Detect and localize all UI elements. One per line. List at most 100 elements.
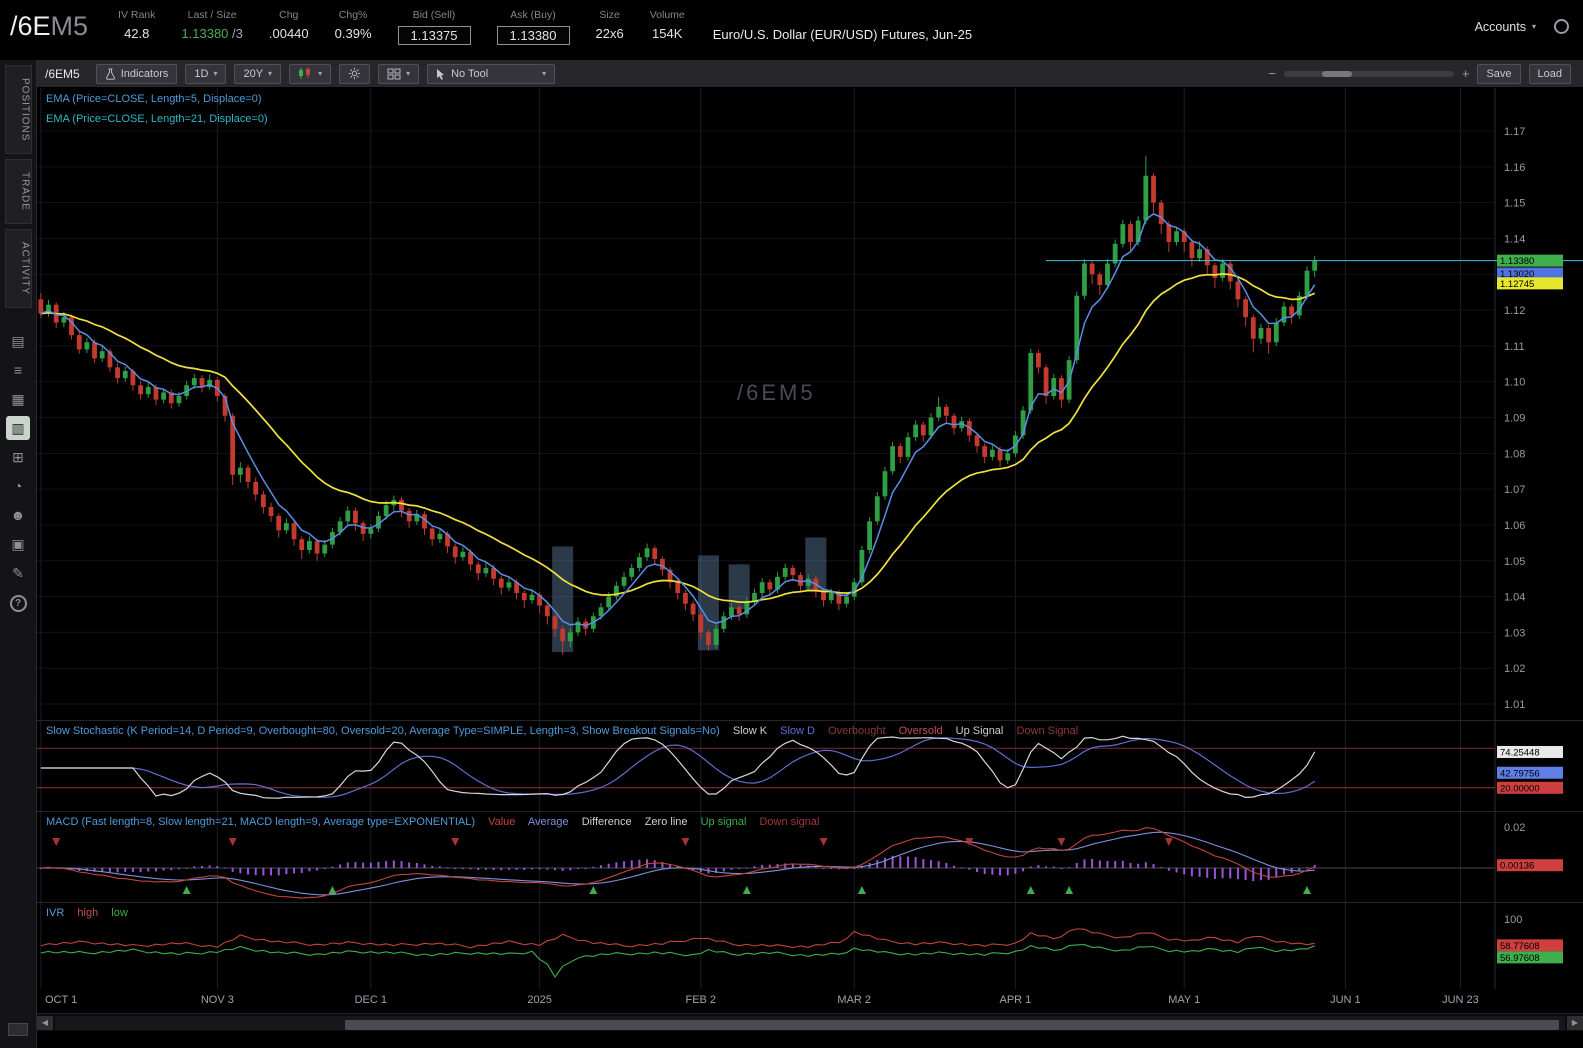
down-signal-arrow <box>1057 838 1066 846</box>
chg-field: Chg .00440 <box>269 5 309 41</box>
drawing-tool-dropdown[interactable]: No Tool ▾ <box>427 63 556 84</box>
price-grid <box>37 130 1495 705</box>
axis-plate: 0.00136 <box>1497 859 1563 872</box>
monitor-icon[interactable]: ▤ <box>6 329 30 353</box>
chg-value: .00440 <box>268 26 309 41</box>
timeframe-dropdown[interactable]: 1D ▾ <box>185 63 227 84</box>
scrollbar-thumb[interactable] <box>345 1020 1559 1030</box>
symbol-title: /6EM5 <box>10 11 89 41</box>
svg-text:1.15: 1.15 <box>1504 198 1525 210</box>
zoom-slider[interactable] <box>1283 70 1454 77</box>
zoom-in-button[interactable]: + <box>1462 66 1470 81</box>
price-axis-labels: 1.171.161.151.141.131.121.111.101.091.08… <box>1504 126 1525 711</box>
size-value: /3 <box>232 26 243 41</box>
price-chart-canvas[interactable]: /6EM51.171.161.151.141.131.121.111.101.0… <box>37 88 1583 720</box>
sidebar-tab-trade[interactable]: TRADE <box>4 159 32 225</box>
stochastic-canvas[interactable]: 74.25448 42.79756 20.00000 <box>37 721 1583 811</box>
accounts-label: Accounts <box>1474 19 1526 34</box>
x-axis-label: MAY 1 <box>1168 994 1201 1006</box>
indicators-button[interactable]: Indicators <box>95 63 178 84</box>
svg-text:100: 100 <box>1504 914 1522 926</box>
help-icon[interactable]: ? <box>9 595 27 613</box>
bid-button[interactable]: 1.13375 <box>397 26 471 45</box>
ivr-canvas[interactable]: 100 58.7760856.97608 <box>37 903 1583 989</box>
x-axis-label: APR 1 <box>999 994 1032 1006</box>
macd-panel: 0.02 0.00136 MACD (Fast length=8, Slow le… <box>37 811 1583 902</box>
svg-text:1.01: 1.01 <box>1504 699 1525 711</box>
up-signal-arrow <box>857 886 866 894</box>
x-axis-label: MAR 2 <box>837 994 872 1006</box>
chevron-down-icon: ▾ <box>268 69 273 78</box>
chart-symbol-label[interactable]: /6EM5 <box>45 67 80 81</box>
down-signal-arrow <box>819 838 828 846</box>
x-axis-label: JUN 23 <box>1442 994 1479 1006</box>
sidebar-icons: ▤ ≡ ▦ ▥ ⊞ ◔ ☻ ▣ ✎ ? <box>6 324 30 613</box>
chg-pct-field: Chg% 0.39% <box>335 5 372 41</box>
zoom-slider-handle[interactable] <box>1321 70 1352 77</box>
svg-text:1.08: 1.08 <box>1504 448 1525 460</box>
scroll-right-icon[interactable]: ▶ <box>1567 1016 1583 1030</box>
svg-text:1.13380: 1.13380 <box>1500 256 1534 267</box>
support-icon[interactable] <box>1554 19 1569 34</box>
scroll-left-icon[interactable]: ◀ <box>37 1016 53 1030</box>
chg-pct-value: 0.39% <box>334 26 372 41</box>
svg-text:1.12: 1.12 <box>1504 305 1525 317</box>
svg-text:1.12745: 1.12745 <box>1500 279 1534 290</box>
svg-text:1.05: 1.05 <box>1504 556 1525 568</box>
ask-button[interactable]: 1.13380 <box>496 26 570 45</box>
svg-text:56.97608: 56.97608 <box>1500 953 1540 964</box>
notes-icon[interactable]: ✎ <box>6 561 30 585</box>
grid-layout-dropdown[interactable]: ▾ <box>378 63 420 84</box>
left-sidebar: POSITIONS TRADE ACTIVITY ▤ ≡ ▦ ▥ ⊞ ◔ ☻ ▣… <box>0 60 37 1048</box>
chevron-down-icon: ▾ <box>318 69 323 78</box>
chevron-down-icon: ▾ <box>1531 22 1536 31</box>
gear-icon <box>348 67 361 80</box>
down-signal-arrow <box>1164 838 1173 846</box>
axis-plate: 1.12745 <box>1497 277 1563 290</box>
macd-canvas[interactable]: 0.02 0.00136 <box>37 812 1583 902</box>
down-signal-arrow <box>451 838 460 846</box>
products-icon[interactable]: ▣ <box>6 532 30 556</box>
sidebar-tab-positions[interactable]: POSITIONS <box>4 65 32 155</box>
watermark: /6EM5 <box>737 380 816 405</box>
sidebar-tab-activity[interactable]: ACTIVITY <box>4 229 32 309</box>
up-signal-arrow <box>1302 886 1311 894</box>
save-button[interactable]: Save <box>1477 63 1521 84</box>
bid-field: Bid (Sell) 1.13375 <box>397 5 471 45</box>
svg-text:1.11: 1.11 <box>1504 341 1525 353</box>
chart-h-scrollbar[interactable]: ◀ ▶ <box>37 1013 1583 1031</box>
axis-plate: 74.25448 <box>1497 745 1563 758</box>
scrollbar-track[interactable] <box>55 1016 1565 1030</box>
apps-icon[interactable]: ⊞ <box>6 445 30 469</box>
time-axis[interactable]: OCT 1 NOV 3 DEC 1 2025 FEB 2 MAR 2 APR 1 MAY 1 J… <box>37 989 1583 1013</box>
calendar-icon[interactable]: ▦ <box>6 387 30 411</box>
down-signal-arrow <box>228 838 237 846</box>
svg-text:0.00136: 0.00136 <box>1500 861 1534 872</box>
charts-icon[interactable]: ▥ <box>6 416 30 441</box>
volume-label: Volume <box>649 9 685 21</box>
range-dropdown[interactable]: 20Y ▾ <box>234 63 282 84</box>
svg-text:1.02: 1.02 <box>1504 663 1525 675</box>
sidebar-collapse-button[interactable] <box>8 1023 28 1036</box>
chart-settings-button[interactable] <box>339 63 371 84</box>
chevron-down-icon: ▾ <box>406 69 411 78</box>
up-signal-arrow <box>182 886 191 894</box>
svg-text:58.77608: 58.77608 <box>1500 941 1540 952</box>
history-icon[interactable]: ◔ <box>6 474 30 498</box>
up-signal-arrow <box>1065 886 1074 894</box>
chart-type-dropdown[interactable]: ▾ <box>289 63 332 84</box>
axis-plate: 58.77608 <box>1497 939 1563 952</box>
watchlist-icon[interactable]: ≡ <box>6 358 30 382</box>
grid-icon <box>387 68 401 80</box>
load-button[interactable]: Load <box>1528 63 1571 84</box>
zoom-out-button[interactable]: − <box>1268 66 1276 81</box>
svg-text:1.04: 1.04 <box>1504 592 1525 604</box>
up-signal-arrow <box>328 886 337 894</box>
grid-layer <box>40 812 1496 902</box>
svg-text:1.07: 1.07 <box>1504 484 1525 496</box>
volume-value: 154K <box>652 26 683 41</box>
x-axis-label: JUN 1 <box>1330 994 1361 1006</box>
accounts-dropdown[interactable]: Accounts ▾ <box>1475 5 1569 34</box>
iv-rank-value: 42.8 <box>124 26 150 41</box>
social-icon[interactable]: ☻ <box>6 503 30 527</box>
